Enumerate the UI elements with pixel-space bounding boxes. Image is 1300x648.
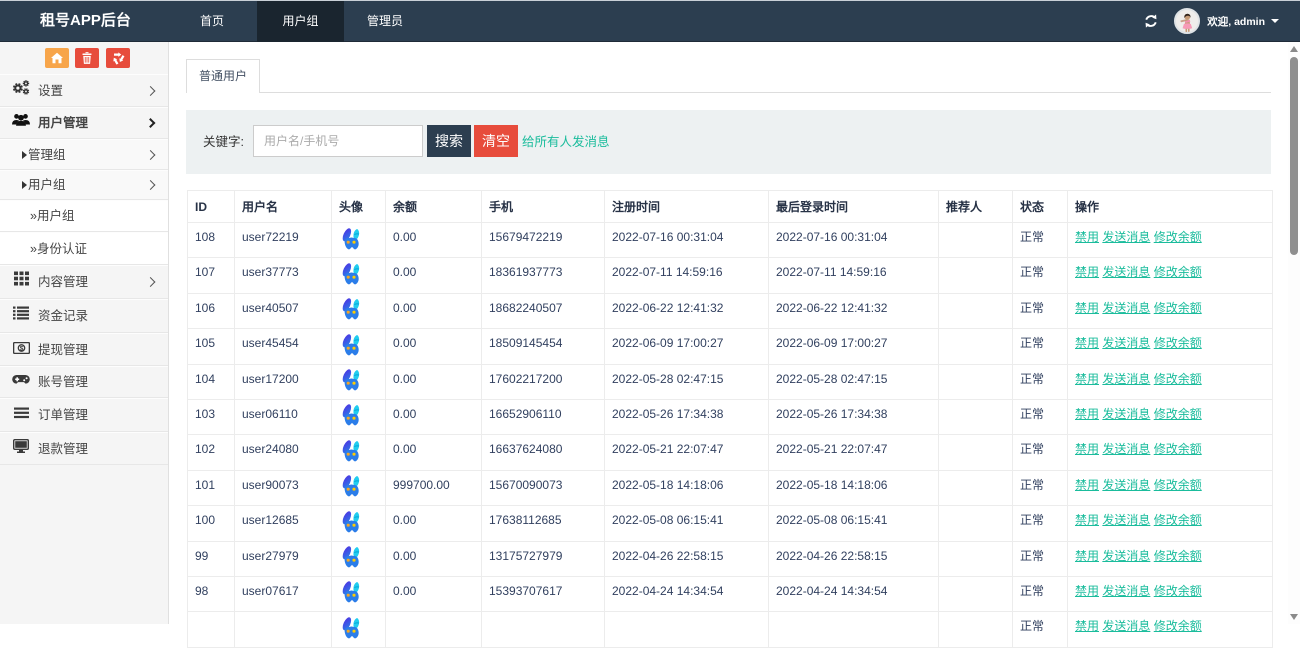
svg-text:$: $: [19, 345, 23, 352]
